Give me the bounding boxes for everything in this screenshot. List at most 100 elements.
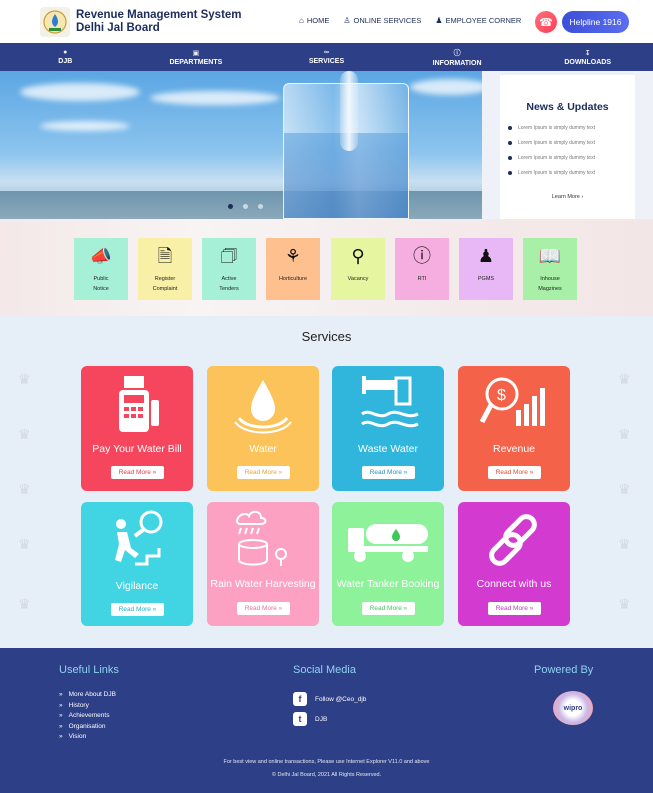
chain-link-icon [489, 514, 537, 566]
useful-links-title: Useful Links [59, 664, 119, 676]
news-card: News & Updates Lorem Ipsum is simply dum… [500, 75, 635, 219]
chevron-right-icon: › [581, 194, 584, 200]
service-card-connect[interactable]: Connect with us Read More » [458, 502, 570, 626]
djb-logo[interactable] [40, 7, 70, 37]
news-item[interactable]: Lorem Ipsum is simply dummy text [508, 155, 595, 161]
carousel-dot-2[interactable] [243, 204, 248, 209]
read-more-button[interactable]: Read More » [362, 602, 415, 615]
service-card-water-tanker[interactable]: Water Tanker Booking Read More » [332, 502, 444, 626]
nav-employee-corner[interactable]: ♟ EMPLOYEE CORNER [435, 16, 521, 25]
tile-register-complaint[interactable]: 🗎 Register Complaint [138, 238, 192, 300]
mainnav-services[interactable]: ∞ SERVICES [261, 43, 392, 71]
tile-public-notice[interactable]: 📣 Public Notice [74, 238, 128, 300]
read-more-button[interactable]: Read More » [237, 466, 290, 479]
helpline-button[interactable]: Helpline 1916 [562, 11, 629, 33]
service-card-title: Revenue [492, 443, 536, 455]
files-icon: 🗇 [220, 246, 238, 266]
news-item[interactable]: Lorem Ipsum is simply dummy text [508, 125, 595, 131]
service-card-title: Vigilance [115, 580, 159, 592]
top-header: Revenue Management System Delhi Jal Boar… [0, 0, 653, 43]
read-more-button[interactable]: Read More » [111, 603, 164, 616]
mainnav-departments[interactable]: ▣ DEPARTMENTS [131, 43, 262, 71]
footer-link[interactable]: Organisation [59, 722, 116, 733]
footer-link[interactable]: Vision [59, 732, 116, 743]
social-facebook-label: Follow @Ceo_djb [315, 695, 367, 703]
service-card-pay-bill[interactable]: Pay Your Water Bill Read More » [81, 366, 193, 491]
footer-link[interactable]: Achievements [59, 711, 116, 722]
tile-rti[interactable]: ⓘ RTI [395, 238, 449, 300]
watermark-emblem: ♛ [18, 536, 31, 552]
watermark-emblem: ♛ [618, 371, 631, 387]
climber-icon [115, 510, 163, 566]
service-card-revenue[interactable]: $ Revenue Read More » [458, 366, 570, 491]
footer-link[interactable]: History [59, 701, 116, 712]
read-more-button[interactable]: Read More » [488, 466, 541, 479]
mainnav-downloads[interactable]: ↧ DOWNLOADS [522, 43, 653, 71]
info-icon: ⓘ [453, 49, 461, 57]
facebook-icon: f [293, 692, 307, 706]
cloud-shape [410, 79, 482, 95]
nav-online-services-label: ONLINE SERVICES [353, 16, 422, 25]
tanker-icon [348, 524, 428, 562]
tile-label: Vacancy [347, 276, 369, 282]
tile-active-tenders[interactable]: 🗇 Active Tenders [202, 238, 256, 300]
service-card-water[interactable]: Water Read More » [207, 366, 319, 491]
copyright: © Delhi Jal Board, 2021 All Rights Reser… [271, 772, 382, 778]
user-icon: ♙ [343, 16, 351, 25]
tile-label: Public Notice [93, 276, 109, 292]
mainnav-information[interactable]: ⓘ INFORMATION [392, 43, 523, 71]
mainnav-djb[interactable]: ● DJB [0, 43, 131, 71]
read-more-button[interactable]: Read More » [488, 602, 541, 615]
service-card-vigilance[interactable]: Vigilance Read More » [81, 502, 193, 626]
service-card-title: Water [249, 443, 277, 455]
service-card-title: Connect with us [476, 578, 552, 590]
info-person-icon: ⓘ [413, 246, 431, 266]
news-item[interactable]: Lorem Ipsum is simply dummy text [508, 140, 595, 146]
tile-horticulture[interactable]: ⚘ Horticulture [266, 238, 320, 300]
service-card-title: Water Tanker Booking [336, 578, 440, 590]
social-twitter[interactable]: t DJB [293, 712, 327, 726]
services-section: ♛ ♛ ♛ ♛ ♛ ♛ ♛ ♛ ♛ ♛ Services Pay Your Wa… [0, 316, 653, 648]
tile-label: Register Complaint [152, 276, 178, 292]
nav-online-services[interactable]: ♙ ONLINE SERVICES [343, 16, 421, 25]
news-item[interactable]: Lorem Ipsum is simply dummy text [508, 170, 595, 176]
read-more-button[interactable]: Read More » [237, 602, 290, 615]
carousel-dots [228, 204, 263, 209]
news-title: News & Updates [526, 101, 609, 113]
tile-label: PGMS [477, 276, 495, 282]
wipro-logo-text: wipro [563, 704, 583, 712]
tile-vacancy[interactable]: ⚲ Vacancy [331, 238, 385, 300]
read-more-button[interactable]: Read More » [362, 466, 415, 479]
brand-title: Revenue Management System Delhi Jal Boar… [76, 9, 242, 35]
tile-inhouse-magzines[interactable]: 📖 Inhouse Magzines [523, 238, 577, 300]
service-card-waste-water[interactable]: Waste Water Read More » [332, 366, 444, 491]
learn-more-link[interactable]: Learn More › [500, 194, 635, 200]
mainnav-downloads-label: DOWNLOADS [564, 58, 611, 66]
carousel-dot-3[interactable] [258, 204, 263, 209]
emblem-icon [43, 10, 67, 34]
nav-home[interactable]: ⌂ HOME [299, 16, 329, 25]
wipro-logo[interactable]: wipro [553, 691, 593, 725]
news-panel: News & Updates Lorem Ipsum is simply dum… [482, 71, 653, 219]
social-facebook[interactable]: f Follow @Ceo_djb [293, 692, 366, 706]
watermark-emblem: ♛ [618, 426, 631, 442]
nav-home-label: HOME [306, 16, 330, 25]
download-icon: ↧ [584, 49, 591, 57]
megaphone-icon: 📣 [89, 246, 113, 266]
rain-tank-icon [235, 510, 287, 566]
brand-title-line2: Delhi Jal Board [76, 22, 160, 34]
tile-label: Inhouse Magzines [538, 276, 562, 292]
tile-pgms[interactable]: ♟ PGMS [459, 238, 513, 300]
read-more-button[interactable]: Read More » [111, 466, 164, 479]
cloud-shape [150, 91, 280, 105]
mainnav-services-label: SERVICES [308, 58, 345, 65]
footer-link[interactable]: More About DJB [59, 690, 116, 701]
browser-note: For best view and online transactions, P… [223, 759, 430, 765]
phone-button[interactable]: ☎ [535, 11, 557, 33]
watermark-emblem: ♛ [618, 481, 631, 497]
social-media-title: Social Media [293, 664, 356, 676]
link-icon: ∞ [323, 49, 329, 56]
carousel-dot-1[interactable] [228, 204, 233, 209]
service-card-rain-water[interactable]: Rain Water Harvesting Read More » [207, 502, 319, 626]
mainnav-djb-label: DJB [58, 58, 73, 65]
